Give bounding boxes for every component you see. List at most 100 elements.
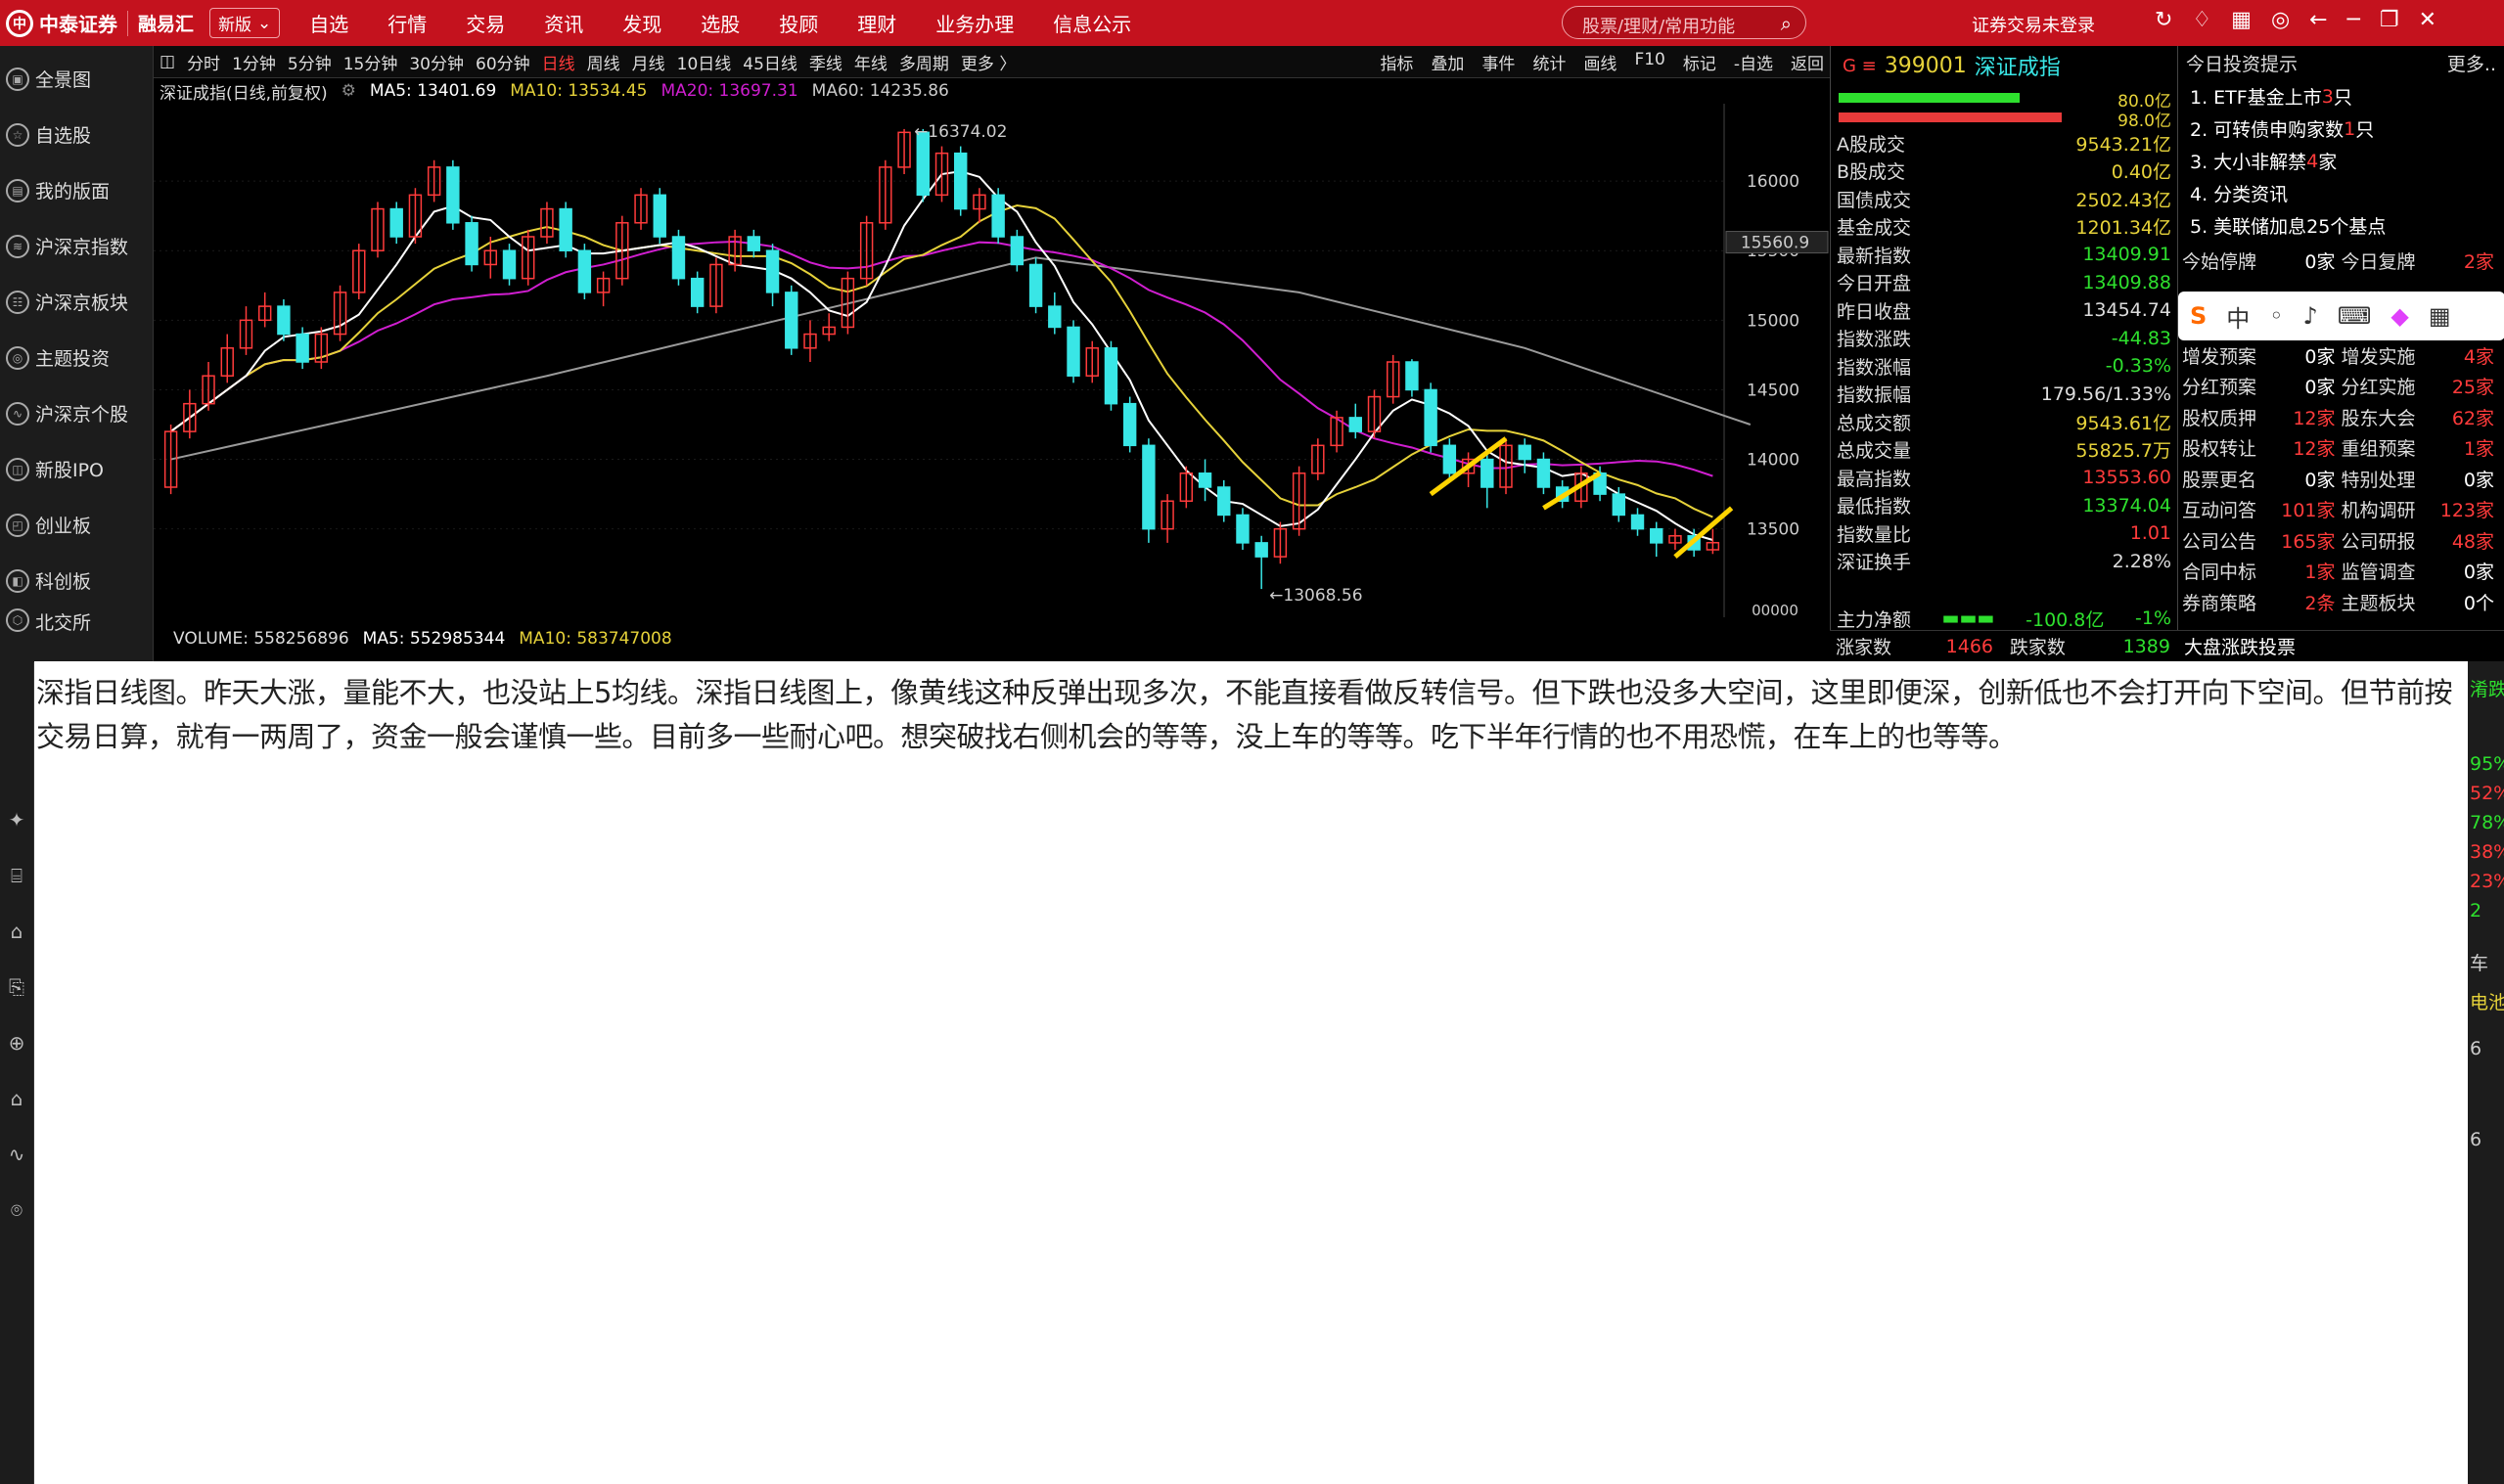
- chart-tool[interactable]: 返回: [1791, 50, 1824, 74]
- back-icon[interactable]: ←: [2309, 8, 2327, 32]
- target-icon[interactable]: ◎: [2271, 8, 2290, 32]
- chart-tool[interactable]: 事件: [1481, 50, 1515, 74]
- period-tab[interactable]: 季线: [809, 50, 842, 74]
- menu-item[interactable]: 资讯: [544, 9, 583, 37]
- period-tab[interactable]: 多周期: [899, 50, 949, 74]
- sidebar-icon[interactable]: ✦: [0, 791, 33, 847]
- chart-tool[interactable]: 指标: [1380, 50, 1413, 74]
- menu-item[interactable]: 理财: [857, 9, 896, 37]
- nav-item-9[interactable]: ◧ 科创板: [0, 553, 153, 608]
- tip-item[interactable]: 1. ETF基金上市 3 只: [2178, 80, 2504, 112]
- period-tab[interactable]: 日线: [542, 50, 575, 74]
- period-tab[interactable]: 45日线: [743, 50, 797, 74]
- version-select[interactable]: 新版 ⌄: [209, 8, 281, 38]
- stat-cell[interactable]: 股权转让 12家: [2182, 434, 2342, 461]
- sidebar-icon[interactable]: ⌾: [0, 1182, 33, 1237]
- ime-toolbar[interactable]: S 中 ◦ ♪ ⌨ ◆ ▦: [2178, 292, 2504, 340]
- sidebar-icon[interactable]: ⌸: [0, 847, 33, 903]
- menu-item[interactable]: 业务办理: [935, 9, 1014, 37]
- nav-item-5[interactable]: ◎ 主题投资: [0, 330, 153, 385]
- stat-cell[interactable]: 主题板块 0个: [2342, 589, 2501, 615]
- nav-item-2[interactable]: ▤ 我的版面: [0, 162, 153, 218]
- stat-cell[interactable]: 增发实施 4家: [2342, 342, 2501, 369]
- stat-cell[interactable]: 合同中标 1家: [2182, 558, 2342, 584]
- stat-cell[interactable]: 公司公告 165家: [2182, 527, 2342, 554]
- stat-cell[interactable]: 重组预案 1家: [2342, 434, 2501, 461]
- chart-tool[interactable]: 画线: [1583, 50, 1616, 74]
- menu-item[interactable]: 交易: [466, 9, 505, 37]
- sidebar-icon[interactable]: ⊕: [0, 1014, 33, 1070]
- tips-more-link[interactable]: 更多..: [2447, 50, 2496, 76]
- login-status[interactable]: 证券交易未登录: [1972, 12, 2095, 37]
- sidebar-icon[interactable]: ⌂: [0, 1070, 33, 1126]
- restore-icon[interactable]: ❐: [2380, 8, 2399, 32]
- menu-item[interactable]: 自选: [309, 9, 348, 37]
- sidebar-icon[interactable]: ⌂: [0, 903, 33, 959]
- nav-item-0[interactable]: ▣ 全景图: [0, 51, 153, 107]
- sogou-icon[interactable]: S: [2190, 302, 2207, 330]
- nav-item-1[interactable]: ☆ 自选股: [0, 107, 153, 162]
- period-tab[interactable]: 15分钟: [343, 50, 398, 74]
- menu-item[interactable]: 选股: [701, 9, 740, 37]
- nav-item-8[interactable]: ◰ 创业板: [0, 497, 153, 553]
- kline-chart[interactable]: 16000155001500014500140001350015560.9←16…: [154, 104, 1830, 617]
- refresh-icon[interactable]: ↻: [2155, 8, 2172, 32]
- stat-cell[interactable]: 监管调查 0家: [2342, 558, 2501, 584]
- stat-cell[interactable]: 公司研报 48家: [2342, 527, 2501, 554]
- search-input[interactable]: 股票/理财/常用功能 ⌕: [1562, 6, 1806, 39]
- nav-item-7[interactable]: ◫ 新股IPO: [0, 441, 153, 497]
- stat-cell[interactable]: 互动问答 101家: [2182, 496, 2342, 522]
- stat-cell[interactable]: 分红预案 0家: [2182, 373, 2342, 399]
- sidebar-icon[interactable]: ∿: [0, 1126, 33, 1182]
- ime-punct-icon[interactable]: ◦: [2269, 302, 2283, 330]
- stat-cell[interactable]: 特别处理 0家: [2342, 466, 2501, 492]
- stat-cell[interactable]: 机构调研 123家: [2342, 496, 2501, 522]
- stat-cell[interactable]: 股权质押 12家: [2182, 404, 2342, 430]
- layout-icon[interactable]: ◫: [159, 52, 175, 71]
- search-icon[interactable]: ⌕: [1781, 12, 1792, 35]
- stat-cell[interactable]: 今始停牌 0家: [2182, 247, 2342, 274]
- sidebar-icon[interactable]: ⎘: [0, 959, 33, 1014]
- stat-cell[interactable]: 分红实施 25家: [2342, 373, 2501, 399]
- vote-label[interactable]: 大盘涨跌投票: [2170, 633, 2504, 659]
- period-tab[interactable]: 年线: [854, 50, 888, 74]
- stat-cell[interactable]: 股东大会 62家: [2342, 404, 2501, 430]
- tip-item[interactable]: 5. 美联储加息25个基点: [2178, 209, 2504, 242]
- microphone-icon[interactable]: ♪: [2302, 302, 2317, 330]
- nav-item-6[interactable]: ∿ 沪深京个股: [0, 385, 153, 441]
- menu-item[interactable]: 投顾: [779, 9, 818, 37]
- chart-tool[interactable]: F10: [1634, 50, 1664, 74]
- chart-tool[interactable]: 叠加: [1431, 50, 1464, 74]
- period-tab[interactable]: 分时: [187, 50, 220, 74]
- shirt-icon[interactable]: ♢: [2192, 8, 2211, 32]
- stat-cell[interactable]: 今日复牌 2家: [2342, 247, 2501, 274]
- ime-grid-icon[interactable]: ▦: [2429, 302, 2451, 330]
- chart-tool[interactable]: -自选: [1734, 50, 1773, 74]
- nav-item-10[interactable]: ⬡ 北交所: [0, 608, 153, 633]
- close-icon[interactable]: ✕: [2419, 8, 2436, 32]
- period-tab[interactable]: 更多 〉: [961, 50, 1016, 74]
- chart-tool[interactable]: 统计: [1532, 50, 1566, 74]
- period-tab[interactable]: 30分钟: [409, 50, 464, 74]
- stat-cell[interactable]: 股票更名 0家: [2182, 466, 2342, 492]
- period-tab[interactable]: 周线: [587, 50, 620, 74]
- menu-item[interactable]: 信息公示: [1053, 9, 1131, 37]
- settings-icon[interactable]: ⚙: [341, 81, 356, 101]
- tip-item[interactable]: 4. 分类资讯: [2178, 177, 2504, 209]
- nav-item-4[interactable]: ☷ 沪深京板块: [0, 274, 153, 330]
- skin-icon[interactable]: ◆: [2390, 302, 2408, 330]
- period-tab[interactable]: 月线: [632, 50, 665, 74]
- period-tab[interactable]: 60分钟: [476, 50, 530, 74]
- nav-item-3[interactable]: ≋ 沪深京指数: [0, 218, 153, 274]
- period-tab[interactable]: 1分钟: [232, 50, 276, 74]
- ime-chinese-icon[interactable]: 中: [2226, 299, 2250, 334]
- menu-item[interactable]: 行情: [387, 9, 427, 37]
- stat-cell[interactable]: 增发预案 0家: [2182, 342, 2342, 369]
- period-tab[interactable]: 5分钟: [288, 50, 332, 74]
- period-tab[interactable]: 10日线: [677, 50, 732, 74]
- grid-icon[interactable]: ▦: [2231, 8, 2252, 32]
- chart-tool[interactable]: 标记: [1683, 50, 1716, 74]
- keyboard-icon[interactable]: ⌨: [2338, 302, 2372, 330]
- tip-item[interactable]: 3. 大小非解禁 4 家: [2178, 145, 2504, 177]
- menu-item[interactable]: 发现: [622, 9, 661, 37]
